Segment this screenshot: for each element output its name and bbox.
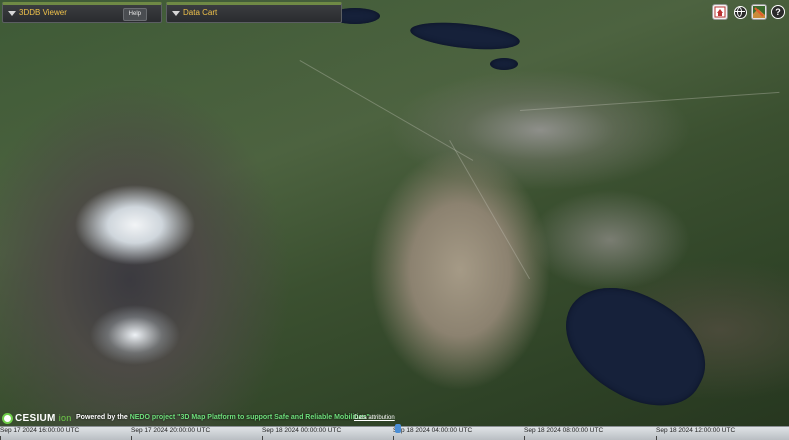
scene-mode-button[interactable] — [732, 4, 748, 20]
timeline-tick — [262, 436, 263, 440]
timeline-tick — [393, 436, 394, 440]
timeline-tick-label: Sep 17 2024 20:00:00 UTC — [131, 427, 211, 434]
credits-bar: CESIUM ion Powered by the NEDO project "… — [0, 410, 789, 426]
lake — [490, 58, 518, 70]
timeline-tick-label: Sep 18 2024 04:00:00 UTC — [393, 427, 473, 434]
powered-by-prefix: Powered by the — [76, 414, 130, 421]
layers-icon — [753, 6, 765, 18]
globe-icon — [733, 5, 747, 19]
navigation-help-button[interactable]: ? — [770, 4, 786, 20]
collapse-triangle-icon[interactable] — [172, 11, 180, 16]
home-icon — [714, 6, 726, 18]
timeline-needle[interactable] — [395, 424, 401, 433]
timeline-tick-label: Sep 18 2024 12:00:00 UTC — [656, 427, 736, 434]
road — [520, 91, 780, 111]
map-canvas[interactable] — [0, 0, 789, 440]
cesium-logo-icon — [2, 412, 13, 424]
cesium-logo-text: CESIUM — [15, 412, 56, 424]
home-button[interactable] — [712, 4, 728, 20]
data-attribution-link[interactable]: Data attribution — [354, 415, 395, 421]
road — [299, 60, 474, 161]
timeline-tick-label: Sep 18 2024 00:00:00 UTC — [262, 427, 342, 434]
timeline-tick — [656, 436, 657, 440]
cesium-logo[interactable]: CESIUM ion — [2, 411, 72, 425]
timeline-tick — [524, 436, 525, 440]
timeline-tick-label: Sep 17 2024 16:00:00 UTC — [0, 427, 80, 434]
help-icon: ? — [771, 5, 785, 19]
help-button[interactable]: Help — [122, 8, 147, 21]
road — [449, 140, 530, 280]
nedo-project-text: NEDO project "3D Map Platform to support… — [129, 414, 370, 421]
powered-by-credit: Powered by the NEDO project "3D Map Plat… — [76, 414, 370, 421]
collapse-triangle-icon[interactable] — [8, 11, 16, 16]
base-layer-picker-button[interactable] — [751, 4, 767, 20]
timeline-tick — [131, 436, 132, 440]
timeline[interactable]: Sep 17 2024 16:00:00 UTC Sep 17 2024 20:… — [0, 424, 789, 440]
cesium-ion-text: ion — [58, 413, 72, 423]
lake — [409, 18, 521, 54]
data-cart-panel[interactable]: Data Cart — [166, 2, 342, 23]
timeline-tick — [0, 436, 1, 440]
timeline-tick-label: Sep 18 2024 08:00:00 UTC — [524, 427, 604, 434]
data-cart-title: Data Cart — [183, 8, 218, 17]
viewer-panel[interactable]: 3DDB Viewer Help — [2, 2, 162, 23]
viewer-panel-title: 3DDB Viewer — [19, 8, 67, 17]
lake — [545, 266, 725, 426]
